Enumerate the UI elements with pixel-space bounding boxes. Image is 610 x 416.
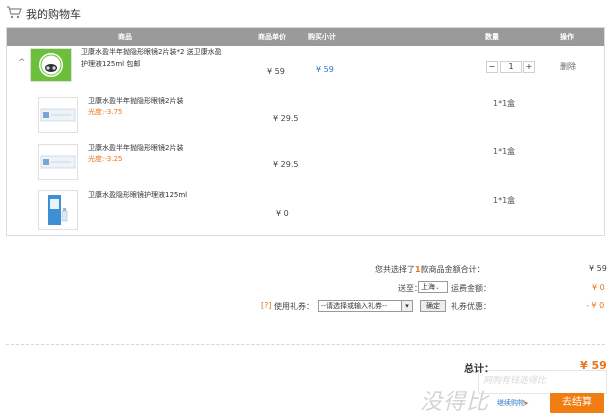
triangle-down-icon: ▾ <box>405 302 409 310</box>
bundle-image <box>30 48 72 82</box>
item-price: ¥ 29.5 <box>273 114 299 123</box>
col-action: 操作 <box>560 33 574 41</box>
table-header <box>7 28 604 46</box>
arrow-right-icon: ▸ <box>525 399 529 407</box>
lens-box-icon <box>40 155 76 169</box>
lens-box-icon <box>40 108 76 122</box>
item-image <box>38 97 78 133</box>
ship-to-value: 上海 <box>421 283 435 291</box>
watermark-logo: 没得比 <box>420 390 490 415</box>
bundle-unit-price: ¥ 59 <box>267 67 285 76</box>
coupon-select[interactable]: --请选择或输入礼券-- <box>318 300 402 312</box>
coupon-dropdown-button[interactable]: ▾ <box>401 300 413 312</box>
qty-minus-button[interactable]: − <box>486 61 498 73</box>
chevron-down-icon: ⌄ <box>435 284 441 291</box>
grand-total-label: 总计： <box>464 364 494 375</box>
selected-summary: 您共选择了1款商品金额合计： <box>375 264 485 275</box>
item-name[interactable]: 卫康水盈半年抛隐形眼镜2片装 <box>88 96 183 106</box>
divider <box>6 344 605 345</box>
col-subtotal: 购买小计 <box>308 33 336 41</box>
solution-bottle-icon <box>48 195 68 225</box>
item-optic: 光度:-3.75 <box>88 108 123 116</box>
bundle-name-line2[interactable]: 护理液125ml 包邮 <box>81 59 140 69</box>
ship-to-select[interactable]: 上海⌄ <box>418 281 448 293</box>
coupon-discount: - ¥ 0 <box>586 301 605 310</box>
coupon-help-link[interactable]: [?] <box>261 301 272 310</box>
col-product: 商品 <box>118 33 132 41</box>
item-name[interactable]: 卫康水盈隐形眼镜护理液125ml <box>88 190 187 200</box>
bundle-badge-icon <box>31 49 71 81</box>
qty-plus-button[interactable]: + <box>523 61 535 73</box>
bundle-name-line1[interactable]: 卫康水盈半年抛隐形眼镜2片装*2 送卫康水盈 <box>81 47 222 57</box>
coupon-placeholder: --请选择或输入礼券-- <box>321 302 388 310</box>
collapse-toggle[interactable]: ^ <box>18 58 26 68</box>
coupon-label: 使用礼券： <box>274 302 314 311</box>
item-qty: 1*1盒 <box>493 147 516 156</box>
goods-total: ¥ 59 <box>589 264 607 273</box>
selected-suffix: 款商品金额合计： <box>420 265 485 274</box>
coupon-confirm-button[interactable]: 确定 <box>420 300 446 312</box>
selected-prefix: 您共选择了 <box>375 265 415 274</box>
continue-shopping-label: 继续购物 <box>497 399 525 407</box>
item-optic: 光度:-3.25 <box>88 155 123 163</box>
item-price: ¥ 0 <box>276 209 289 218</box>
delete-button[interactable]: 删除 <box>560 61 576 72</box>
item-image <box>38 190 78 230</box>
page-title: 我的购物车 <box>26 8 81 21</box>
qty-input[interactable]: 1 <box>500 61 522 73</box>
item-qty: 1*1盒 <box>493 99 516 108</box>
col-quantity: 数量 <box>485 33 499 41</box>
coupon-discount-label: 礼券优惠： <box>451 302 491 311</box>
shopping-cart-icon <box>7 6 22 19</box>
checkout-button[interactable]: 去结算 <box>550 393 604 413</box>
item-image <box>38 144 78 180</box>
item-name[interactable]: 卫康水盈半年抛隐形眼镜2片装 <box>88 143 183 153</box>
col-unit-price: 商品单价 <box>258 33 286 41</box>
shipping-amount: ¥ 0 <box>592 283 605 292</box>
shipping-label: 运费金额： <box>451 284 491 293</box>
item-price: ¥ 29.5 <box>273 160 299 169</box>
grand-total-amount: ¥ 59 <box>580 359 607 372</box>
continue-shopping-link[interactable]: 继续购物▸ <box>497 398 529 408</box>
item-qty: 1*1盒 <box>493 196 516 205</box>
bundle-subtotal: ¥ 59 <box>316 65 334 74</box>
